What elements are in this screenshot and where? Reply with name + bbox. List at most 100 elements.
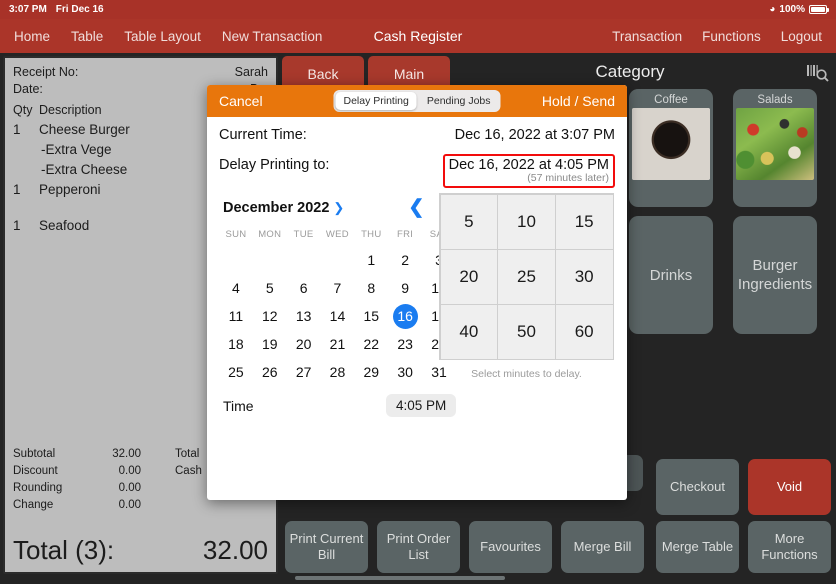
merge-table-button[interactable]: Merge Table	[656, 521, 739, 573]
calendar-day[interactable]: 12	[257, 304, 282, 329]
calendar-week-row: 25 26 27 28 29 30 31	[219, 358, 456, 386]
item-qty: 1	[13, 218, 21, 233]
calendar-day[interactable]: 11	[223, 304, 248, 329]
calendar-day-cell[interactable]: 26	[253, 358, 287, 386]
calendar-day-cell[interactable]: 25	[219, 358, 253, 386]
calendar-day[interactable]: 4	[223, 276, 248, 301]
category-tile-label: Coffee	[654, 94, 688, 106]
calendar-day-cell[interactable]: 9	[388, 274, 422, 302]
calendar-day-cell[interactable]: 12	[253, 302, 287, 330]
calendar-day[interactable]: 5	[257, 276, 282, 301]
minutes-option[interactable]: 20	[439, 248, 499, 305]
category-tile-burger-ingredients[interactable]: Burger Ingredients	[733, 216, 817, 334]
chevron-right-icon[interactable]: ❯	[333, 200, 344, 216]
delay-printing-to-sublabel: (57 minutes later)	[527, 172, 609, 184]
minutes-option[interactable]: 25	[497, 248, 556, 305]
minutes-option[interactable]: 40	[439, 303, 499, 360]
segment-delay-printing[interactable]: Delay Printing	[335, 92, 417, 110]
minutes-option[interactable]: 15	[554, 193, 614, 250]
print-order-list-button[interactable]: Print Order List	[377, 521, 460, 573]
calendar-day-cell[interactable]: 7	[321, 274, 355, 302]
calendar-day[interactable]: 14	[325, 304, 350, 329]
calendar-day[interactable]: 6	[291, 276, 316, 301]
minutes-option[interactable]: 60	[554, 303, 614, 360]
modal-segmented-control: Delay Printing Pending Jobs	[333, 90, 501, 112]
calendar-day-cell[interactable]: 16	[388, 302, 422, 330]
calendar-day-cell[interactable]: 4	[219, 274, 253, 302]
calendar-day[interactable]: 26	[257, 360, 282, 385]
print-current-bill-button[interactable]: Print Current Bill	[285, 521, 368, 573]
calendar-day-cell[interactable]: 2	[388, 246, 422, 274]
nav-item-transaction[interactable]: Transaction	[612, 29, 682, 44]
category-tile-coffee[interactable]: Coffee	[629, 89, 713, 207]
calendar-day[interactable]: 18	[223, 332, 248, 357]
category-tile-salads[interactable]: Salads	[733, 89, 817, 207]
nav-item-logout[interactable]: Logout	[781, 29, 822, 44]
calendar-day-cell[interactable]: 29	[354, 358, 388, 386]
calendar-day-cell[interactable]: 20	[287, 330, 321, 358]
calendar-day[interactable]: 28	[325, 360, 350, 385]
nav-item-functions[interactable]: Functions	[702, 29, 761, 44]
calendar-day-cell[interactable]: 18	[219, 330, 253, 358]
minutes-option[interactable]: 10	[497, 193, 556, 250]
calendar-day[interactable]: 1	[359, 248, 384, 273]
calendar-day-cell[interactable]: 8	[354, 274, 388, 302]
calendar-day-selected[interactable]: 16	[392, 303, 418, 329]
nav-item-table[interactable]: Table	[71, 29, 103, 44]
nav-item-home[interactable]: Home	[14, 29, 50, 44]
minutes-option[interactable]: 5	[439, 193, 499, 250]
calendar-day-cell[interactable]: 5	[253, 274, 287, 302]
calendar-day-cell[interactable]: 11	[219, 302, 253, 330]
calendar-day-cell[interactable]: 14	[321, 302, 355, 330]
more-functions-button[interactable]: More Functions	[748, 521, 831, 573]
calendar-day[interactable]: 29	[359, 360, 384, 385]
calendar-month-label[interactable]: December 2022	[223, 200, 329, 216]
status-bar: 3:07 PM Fri Dec 16 ◕ 100%	[0, 0, 836, 19]
calendar-day[interactable]: 19	[257, 332, 282, 357]
hold-send-button[interactable]: Hold / Send	[542, 93, 615, 109]
calendar-day[interactable]: 13	[291, 304, 316, 329]
calendar-day[interactable]: 2	[393, 248, 418, 273]
calendar-day[interactable]: 23	[393, 332, 418, 357]
calendar-day[interactable]: 8	[359, 276, 384, 301]
favourites-button[interactable]: Favourites	[469, 521, 552, 573]
calendar-day-cell[interactable]: 27	[287, 358, 321, 386]
calendar-day-cell[interactable]: 30	[388, 358, 422, 386]
void-button[interactable]: Void	[748, 459, 831, 515]
calendar-prev-month-icon[interactable]: ❮	[408, 196, 424, 219]
segment-pending-jobs[interactable]: Pending Jobs	[419, 92, 499, 110]
minutes-option[interactable]: 50	[497, 303, 556, 360]
nav-item-new-transaction[interactable]: New Transaction	[222, 29, 323, 44]
calendar-day[interactable]: 22	[359, 332, 384, 357]
checkout-button[interactable]: Checkout	[656, 459, 739, 515]
calendar-day-cell[interactable]: 6	[287, 274, 321, 302]
time-value-picker[interactable]: 4:05 PM	[386, 394, 457, 417]
barcode-search-icon[interactable]	[806, 62, 830, 84]
calendar-day-cell[interactable]: 22	[354, 330, 388, 358]
calendar-day[interactable]: 20	[291, 332, 316, 357]
status-time: 3:07 PM	[9, 4, 47, 15]
calendar-weekday-row: SUN MON TUE WED THU FRI SAT	[219, 225, 456, 246]
calendar-day[interactable]: 25	[223, 360, 248, 385]
calendar-day[interactable]: 30	[393, 360, 418, 385]
nav-item-table-layout[interactable]: Table Layout	[124, 29, 201, 44]
calendar-day[interactable]: 21	[325, 332, 350, 357]
minutes-option[interactable]: 30	[554, 248, 614, 305]
cancel-button[interactable]: Cancel	[219, 93, 263, 109]
calendar-day-cell[interactable]: 19	[253, 330, 287, 358]
calendar-day-cell[interactable]: 28	[321, 358, 355, 386]
calendar-day-cell[interactable]: 1	[354, 246, 388, 274]
calendar-day-cell[interactable]: 23	[388, 330, 422, 358]
category-tile-drinks[interactable]: Drinks	[629, 216, 713, 334]
calendar-week-row: 45678910	[219, 274, 456, 302]
calendar-day-cell[interactable]: 13	[287, 302, 321, 330]
merge-bill-button[interactable]: Merge Bill	[561, 521, 644, 573]
calendar-day-cell[interactable]: 21	[321, 330, 355, 358]
calendar-day[interactable]: 27	[291, 360, 316, 385]
change-value: 0.00	[118, 499, 141, 511]
delay-printing-to-value-highlight[interactable]: Dec 16, 2022 at 4:05 PM (57 minutes late…	[442, 154, 615, 188]
calendar-day-cell[interactable]: 15	[354, 302, 388, 330]
calendar-day[interactable]: 9	[393, 276, 418, 301]
calendar-day[interactable]: 7	[325, 276, 350, 301]
calendar-day[interactable]: 15	[359, 304, 384, 329]
